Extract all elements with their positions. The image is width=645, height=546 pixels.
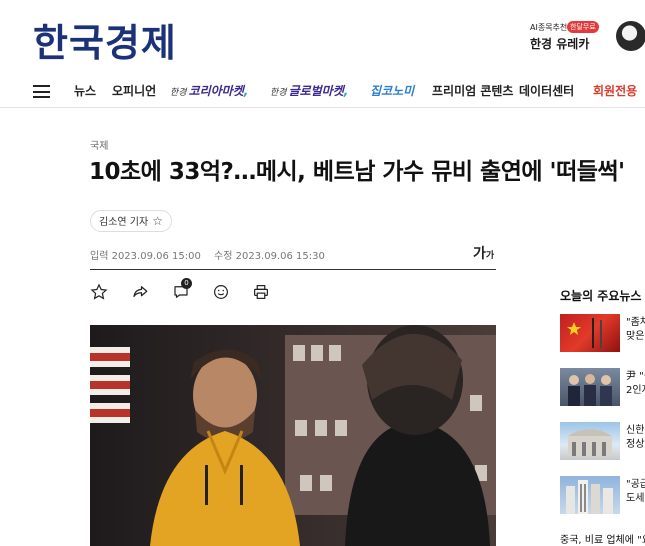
nav-korea-market[interactable]: 한경 코리아마켓,: [170, 82, 248, 99]
nav-global-market[interactable]: 한경 글로벌마켓,: [270, 82, 348, 99]
reporter-name: 김소연 기자: [99, 217, 149, 228]
news-text: "공급 도세: [626, 479, 645, 504]
sidebar-news-item[interactable]: 신한 정상: [560, 422, 645, 460]
nav-korea-market-label: 코리아마켓: [188, 84, 244, 98]
menu-icon[interactable]: [33, 85, 50, 98]
nav-jipconomy[interactable]: 집코노미: [370, 82, 414, 99]
font-size-button[interactable]: 가가: [473, 243, 494, 263]
comment-count-badge: 0: [181, 278, 192, 289]
sidebar-news-item[interactable]: "공급 도세: [560, 476, 645, 514]
star-icon[interactable]: ☆: [152, 214, 163, 228]
article-photo[interactable]: [90, 325, 496, 546]
font-size-label: 가: [473, 246, 486, 262]
sidebar-news-item[interactable]: "좀처 맞은: [560, 314, 645, 352]
reporter-chip[interactable]: 김소연 기자 ☆: [90, 210, 172, 232]
nav-data-center[interactable]: 데이터센터: [519, 82, 574, 99]
nav-news[interactable]: 뉴스: [74, 82, 96, 99]
news-thumbnail: [560, 476, 620, 514]
article-dates: 입력 2023.09.06 15:00 수정 2023.09.06 15:30: [90, 247, 335, 262]
font-size-small: 가: [485, 251, 495, 261]
site-logo[interactable]: 한국경제: [33, 12, 177, 67]
main-nav: 뉴스 오피니언 한경 코리아마켓, 한경 글로벌마켓, 집코노미 프리미엄 콘텐츠 …: [0, 72, 645, 108]
sidebar-title: 오늘의 주요뉴스: [560, 289, 642, 303]
share-icon[interactable]: [131, 283, 149, 301]
nav-korea-market-prefix: 한경: [170, 88, 187, 98]
news-text: "좀처 맞은: [626, 317, 645, 342]
bookmark-star-icon[interactable]: [90, 283, 108, 301]
promo-ai-label: AI종목추천: [530, 23, 568, 32]
nav-global-market-label: 글로벌마켓: [288, 84, 344, 98]
eureka-promo-banner[interactable]: AI종목추천 한달무료 한경 유레카: [530, 19, 645, 53]
promo-badge: 한달무료: [567, 21, 599, 33]
nav-global-market-prefix: 한경: [270, 88, 287, 98]
modified-date: 수정 2023.09.06 15:30: [214, 251, 325, 262]
news-text: 尹 "중2인지: [626, 371, 645, 396]
promo-brand: 한경 유레카: [530, 37, 590, 51]
nav-premium[interactable]: 프리미엄 콘텐츠: [432, 82, 513, 99]
sidebar-news-headline[interactable]: 중국, 비료 업체에 "요소: [560, 531, 645, 546]
comment-icon[interactable]: 0: [172, 278, 192, 301]
print-icon[interactable]: [252, 283, 270, 301]
news-thumbnail: [560, 422, 620, 460]
published-date: 입력 2023.09.06 15:00: [90, 251, 201, 262]
sidebar-news-item[interactable]: 尹 "중2인지: [560, 368, 645, 406]
promo-avatar-icon: [616, 21, 645, 51]
news-thumbnail: [560, 314, 620, 352]
nav-opinion[interactable]: 오피니언: [112, 82, 156, 99]
news-text: 신한 정상: [626, 425, 645, 450]
nav-members-only[interactable]: 회원전용: [593, 82, 637, 99]
article-headline: 10초에 33억?…메시, 베트남 가수 뮤비 출연에 '떠들썩': [89, 159, 625, 185]
divider: [90, 269, 496, 270]
article-category[interactable]: 국제: [90, 137, 108, 152]
news-thumbnail: [560, 368, 620, 406]
emotion-icon[interactable]: [212, 283, 230, 301]
